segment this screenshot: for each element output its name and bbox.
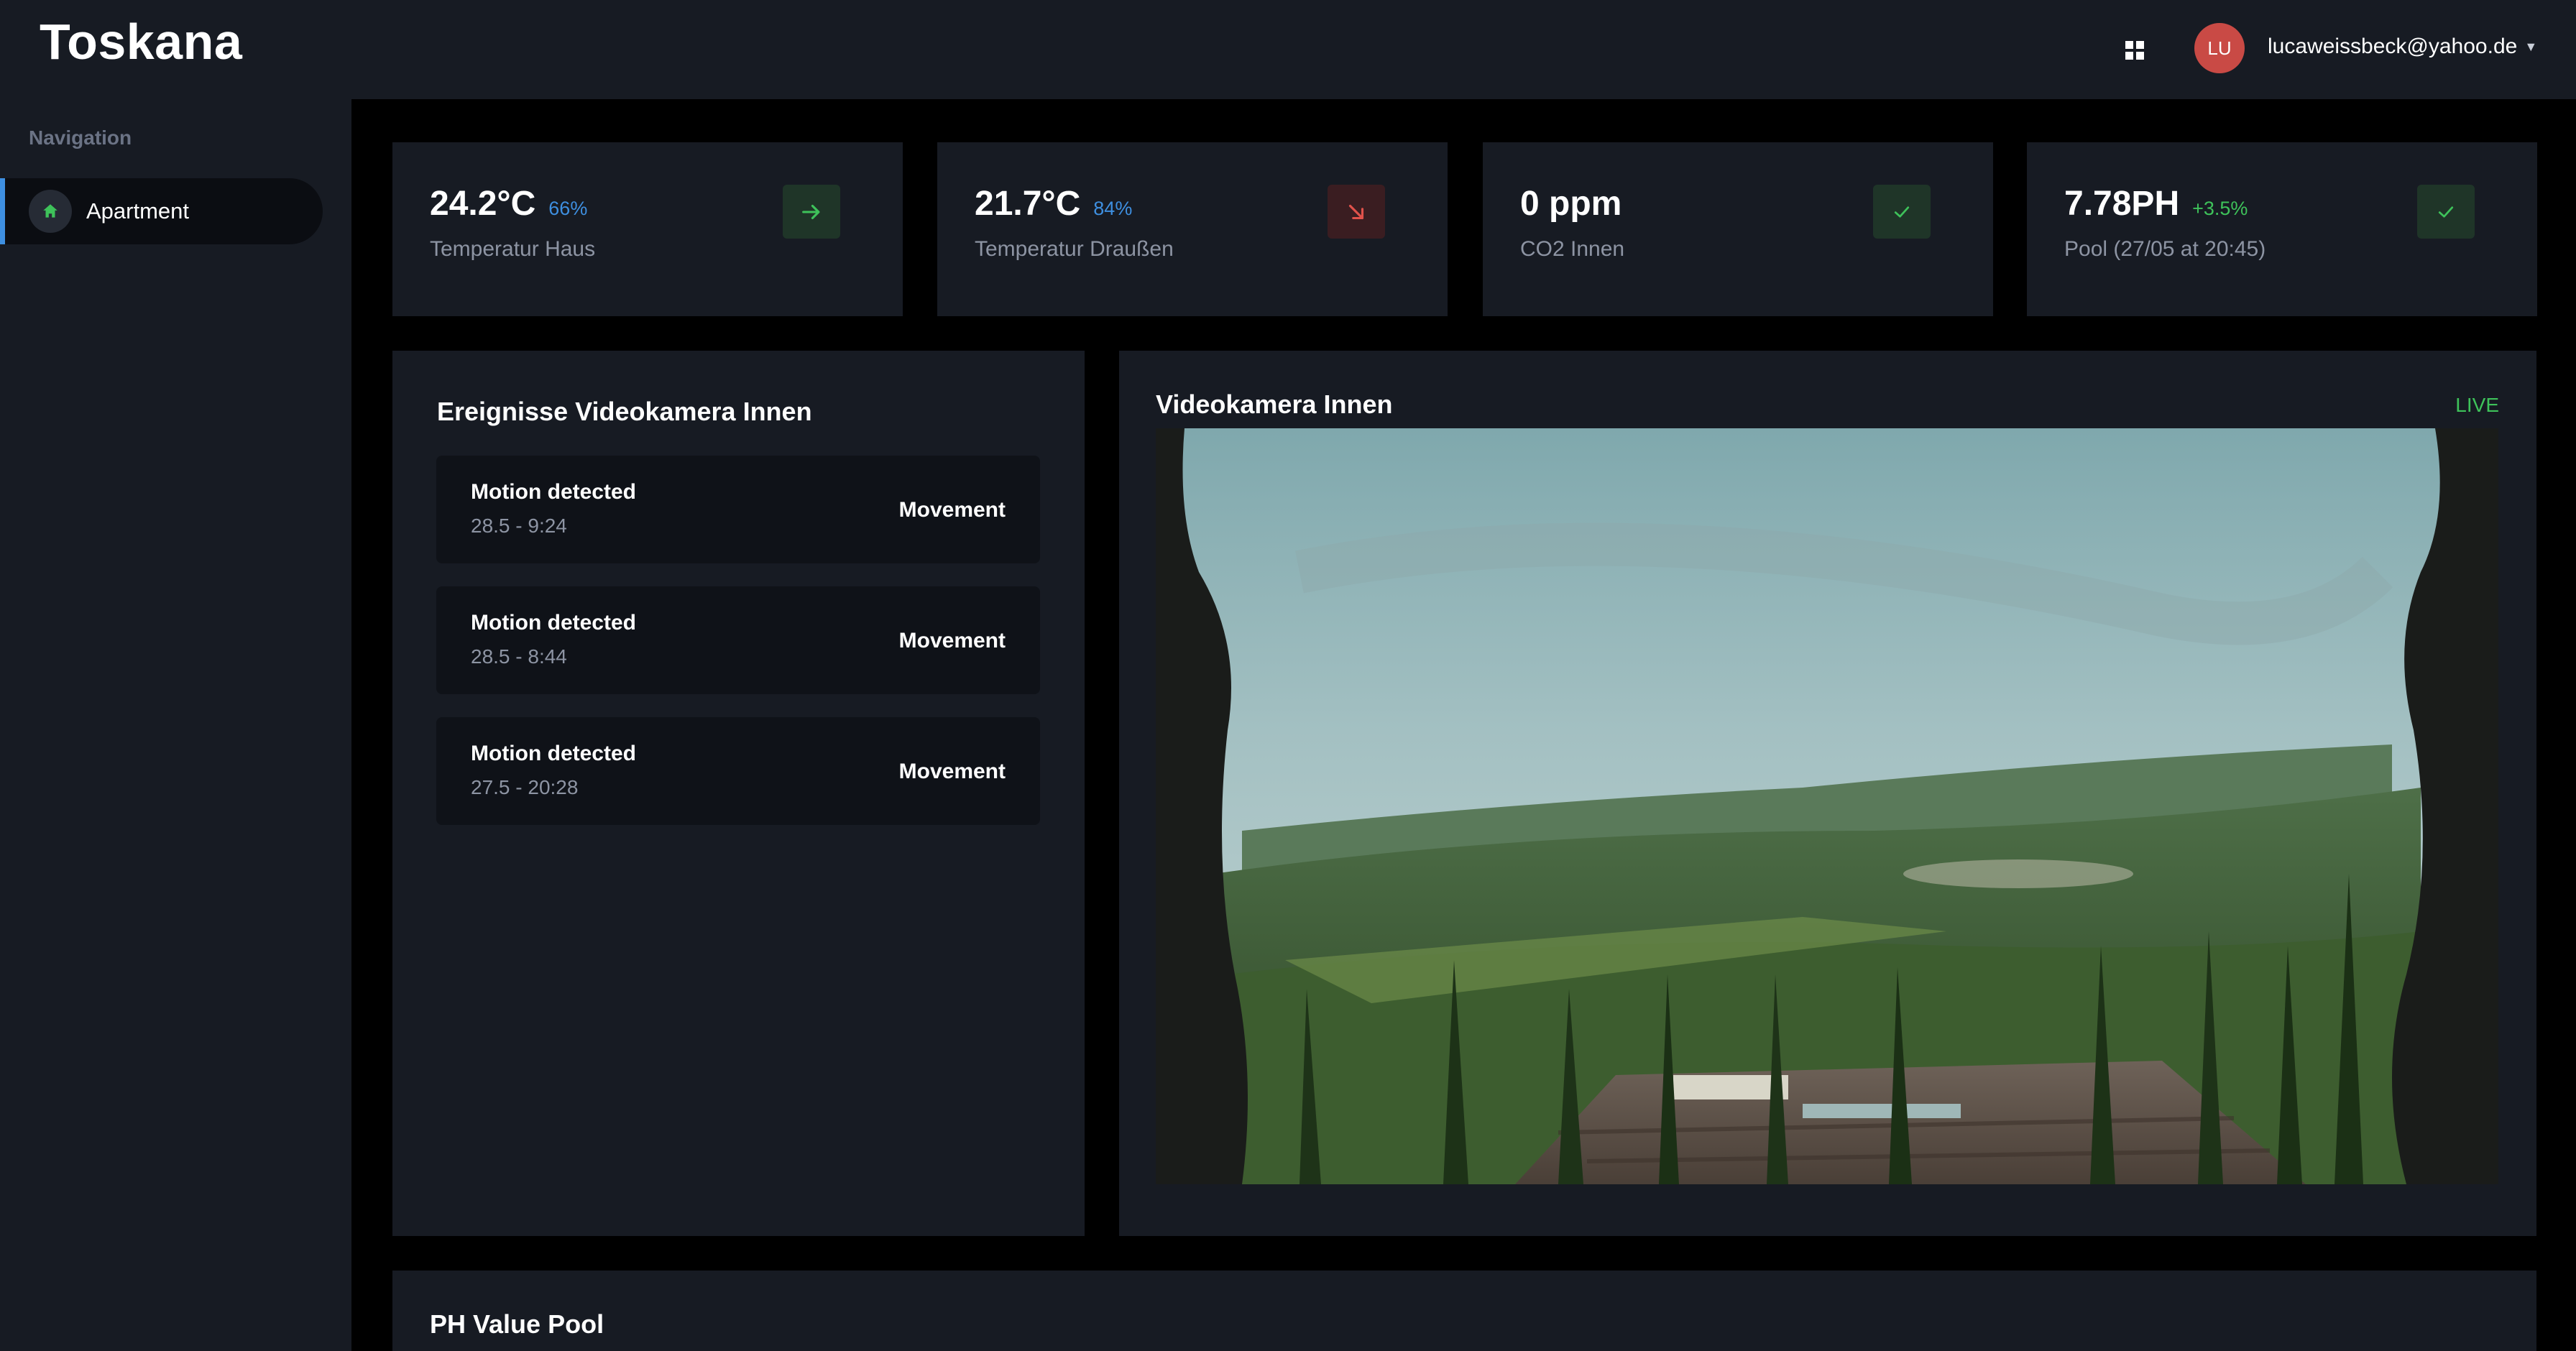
kpi-humidity: 84% xyxy=(1093,198,1133,219)
sidebar-item-label: Apartment xyxy=(86,198,190,223)
avatar[interactable]: LU xyxy=(2194,23,2245,73)
event-time: 27.5 - 20:28 xyxy=(471,776,579,798)
arrow-down-right-icon xyxy=(1348,204,1364,219)
kpi-value: 0 ppm xyxy=(1520,185,1622,223)
live-indicator: LIVE xyxy=(2455,394,2499,416)
kpi-label: CO2 Innen xyxy=(1520,237,1625,261)
camera-title: Videokamera Innen xyxy=(1156,389,1393,419)
app-title[interactable]: Toskana xyxy=(40,13,242,70)
kpi-status-badge[interactable] xyxy=(1328,185,1385,239)
event-type: Movement xyxy=(898,760,1006,783)
kpi-card-pool-ph: 7.78PH +3.5% Pool (27/05 at 20:45) xyxy=(2027,142,2537,316)
event-item[interactable]: Motion detected 28.5 - 8:44 Movement xyxy=(436,586,1040,694)
event-title: Motion detected xyxy=(471,742,636,765)
kpi-value: 21.7°C xyxy=(975,185,1081,223)
check-icon xyxy=(1894,206,1910,218)
kpi-value: 7.78PH xyxy=(2064,185,2180,223)
kpi-card-co2: 0 ppm CO2 Innen xyxy=(1483,142,1993,316)
apps-grid-button[interactable] xyxy=(2120,36,2149,65)
event-type: Movement xyxy=(898,629,1006,653)
event-time: 28.5 - 8:44 xyxy=(471,645,567,668)
user-email: lucaweissbeck@yahoo.de xyxy=(2268,34,2518,58)
event-item[interactable]: Motion detected 27.5 - 20:28 Movement xyxy=(436,717,1040,825)
nav-heading: Navigation xyxy=(29,126,132,149)
kpi-change: +3.5% xyxy=(2192,198,2248,219)
kpi-humidity: 66% xyxy=(548,198,588,219)
kpi-status-badge[interactable] xyxy=(1873,185,1931,239)
caret-down-icon: ▼ xyxy=(2524,39,2538,54)
user-menu[interactable]: lucaweissbeck@yahoo.de ▼ xyxy=(2268,34,2537,59)
sidebar: Navigation Apartment xyxy=(0,99,351,1351)
kpi-status-badge[interactable] xyxy=(783,185,840,239)
event-type: Movement xyxy=(898,498,1006,522)
kpi-label: Temperatur Haus xyxy=(430,237,596,261)
camera-panel: Videokamera Innen LIVE xyxy=(1119,351,2536,1236)
kpi-card-temperature-outside: 21.7°C 84% Temperatur Draußen xyxy=(937,142,1448,316)
event-title: Motion detected xyxy=(471,480,636,504)
event-title: Motion detected xyxy=(471,611,636,635)
event-time: 28.5 - 9:24 xyxy=(471,515,567,537)
camera-video-feed[interactable] xyxy=(1156,428,2498,1184)
home-icon xyxy=(29,190,72,233)
kpi-status-badge[interactable] xyxy=(2417,185,2475,239)
kpi-label: Temperatur Draußen xyxy=(975,237,1174,261)
kpi-card-temperature-house: 24.2°C 66% Temperatur Haus xyxy=(392,142,903,316)
event-item[interactable]: Motion detected 28.5 - 9:24 Movement xyxy=(436,456,1040,563)
events-panel: Ereignisse Videokamera Innen Motion dete… xyxy=(392,351,1085,1236)
sidebar-item-apartment[interactable]: Apartment xyxy=(0,178,323,244)
top-bar: Toskana LU lucaweissbeck@yahoo.de ▼ xyxy=(0,0,2576,99)
ph-value-panel: PH Value Pool xyxy=(392,1271,2536,1351)
kpi-value: 24.2°C xyxy=(430,185,536,223)
ph-panel-title: PH Value Pool xyxy=(430,1309,604,1339)
arrow-right-icon xyxy=(802,204,820,219)
grid-icon xyxy=(2125,41,2144,60)
events-title: Ereignisse Videokamera Innen xyxy=(437,397,812,426)
kpi-label: Pool (27/05 at 20:45) xyxy=(2064,237,2266,261)
check-icon xyxy=(2438,206,2454,218)
